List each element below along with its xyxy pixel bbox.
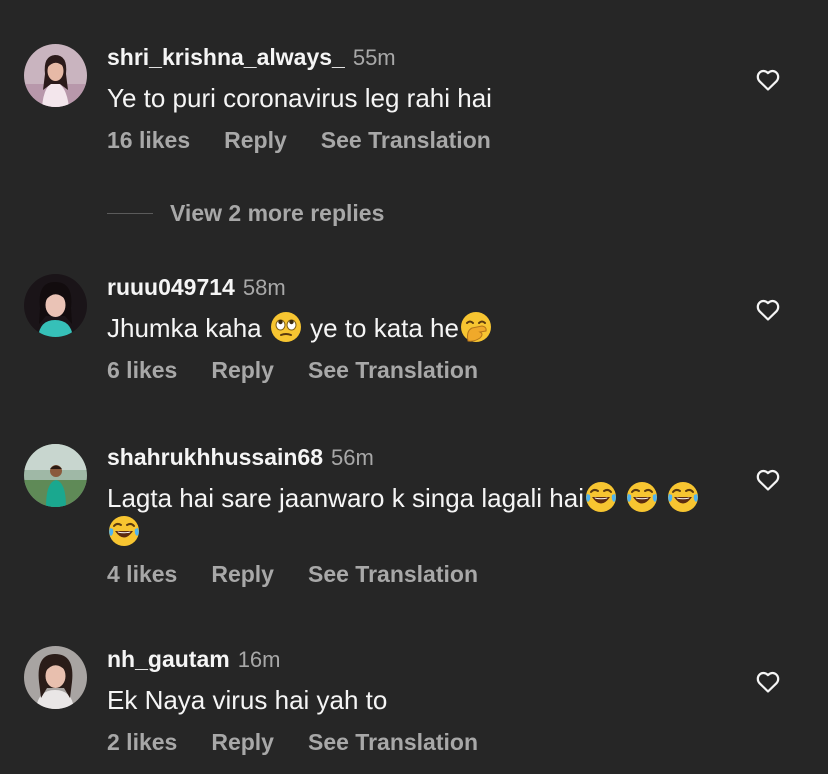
view-more-replies-button[interactable]: View 2 more replies — [107, 200, 384, 227]
see-translation-button[interactable]: See Translation — [321, 127, 491, 154]
comment-username[interactable]: nh_gautam — [107, 646, 230, 673]
comment-text-segment: ye to kata he — [302, 313, 459, 343]
see-translation-button[interactable]: See Translation — [308, 357, 478, 384]
reply-button[interactable]: Reply — [211, 357, 274, 384]
avatar[interactable] — [24, 646, 87, 709]
comment-body: ruuu049714 58m Jhumka kaha ye to kata he… — [107, 274, 728, 384]
comments-screen: shri_krishna_always_ 55m Ye to puri coro… — [0, 0, 828, 774]
see-translation-button[interactable]: See Translation — [308, 729, 478, 756]
like-heart-icon[interactable] — [756, 469, 780, 491]
comment-text-segment: Ye to puri coronavirus leg rahi hai — [107, 83, 492, 113]
face-with-tears-of-joy-emoji — [108, 515, 140, 547]
comment-body: nh_gautam 16m Ek Naya virus hai yah to 2… — [107, 646, 728, 756]
comment-text: Jhumka kaha ye to kata he — [107, 311, 728, 345]
comment-timestamp: 55m — [352, 45, 396, 70]
view-more-replies-label: View 2 more replies — [170, 200, 385, 226]
comment-body: shahrukhhussain68 56m Lagta hai sare jaa… — [107, 444, 728, 588]
comment-text: Lagta hai sare jaanwaro k singa lagali h… — [107, 481, 728, 549]
like-heart-icon[interactable] — [756, 671, 780, 693]
comment-text-segment: Lagta hai sare jaanwaro k singa lagali h… — [107, 483, 584, 513]
comment-timestamp: 58m — [242, 275, 286, 300]
face-with-tears-of-joy-emoji — [585, 481, 617, 513]
face-with-tears-of-joy-emoji — [626, 481, 658, 513]
comment-body: shri_krishna_always_ 55m Ye to puri coro… — [107, 44, 728, 154]
likes-count[interactable]: 6 likes — [107, 357, 177, 384]
like-heart-icon[interactable] — [756, 69, 780, 91]
likes-count[interactable]: 4 likes — [107, 561, 177, 588]
comment-timestamp: 56m — [331, 445, 374, 470]
comment-text-segment: Jhumka kaha — [107, 313, 269, 343]
avatar[interactable] — [24, 444, 87, 507]
comment-text: Ye to puri coronavirus leg rahi hai — [107, 81, 728, 115]
avatar[interactable] — [24, 44, 87, 107]
likes-count[interactable]: 16 likes — [107, 127, 190, 154]
comment-text: Ek Naya virus hai yah to — [107, 683, 728, 717]
avatar[interactable] — [24, 274, 87, 337]
reply-button[interactable]: Reply — [211, 729, 274, 756]
like-heart-icon[interactable] — [756, 299, 780, 321]
likes-count[interactable]: 2 likes — [107, 729, 177, 756]
comment-text-segment: Ek Naya virus hai yah to — [107, 685, 388, 715]
comment-username[interactable]: shahrukhhussain68 — [107, 444, 323, 471]
replies-divider — [107, 213, 153, 214]
see-translation-button[interactable]: See Translation — [308, 561, 478, 588]
face-with-tears-of-joy-emoji — [667, 481, 699, 513]
face-with-rolling-eyes-emoji — [270, 311, 302, 343]
comment-username[interactable]: shri_krishna_always_ — [107, 44, 345, 71]
comment-username[interactable]: ruuu049714 — [107, 274, 235, 301]
reply-button[interactable]: Reply — [224, 127, 287, 154]
reply-button[interactable]: Reply — [211, 561, 274, 588]
comment-timestamp: 16m — [237, 647, 281, 672]
face-with-hand-over-mouth-emoji — [460, 311, 492, 343]
